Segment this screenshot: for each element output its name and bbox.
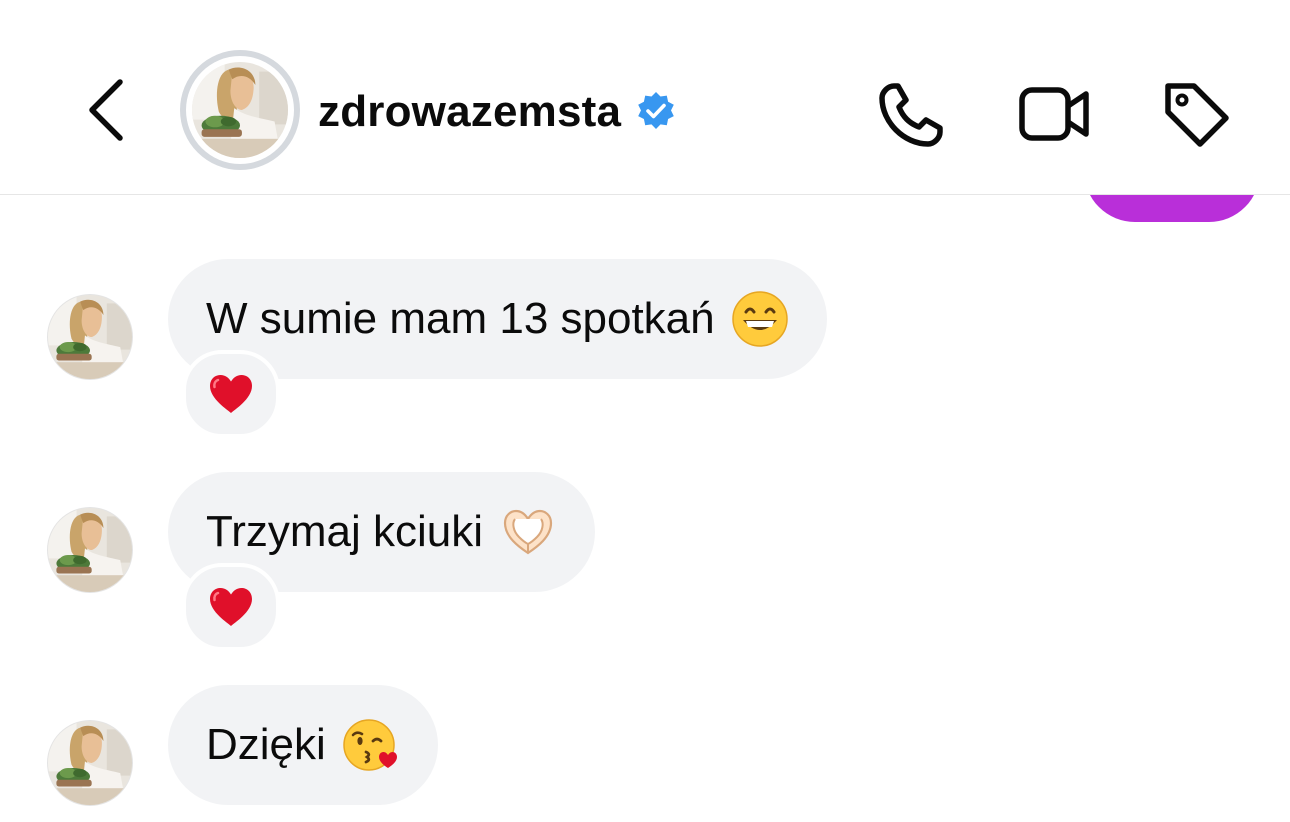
profile-avatar[interactable] xyxy=(180,50,300,170)
message-text: Dzięki xyxy=(206,720,326,769)
video-camera-icon[interactable] xyxy=(1016,76,1092,152)
red-heart-icon xyxy=(208,373,254,415)
red-heart-icon xyxy=(208,586,254,628)
grinning-face-icon xyxy=(731,291,788,347)
sender-avatar[interactable] xyxy=(48,295,132,379)
message-text: Trzymaj kciuki xyxy=(206,507,484,556)
profile-name-link[interactable]: zdrowazemsta xyxy=(318,86,677,138)
message-bubble[interactable]: Dzięki xyxy=(168,685,438,805)
verified-badge-icon xyxy=(638,92,674,129)
face-blowing-kiss-icon xyxy=(343,719,397,771)
back-chevron-icon[interactable] xyxy=(80,74,136,146)
phone-icon[interactable] xyxy=(874,76,950,152)
chat-header: zdrowazemsta xyxy=(0,0,1290,195)
username: zdrowazemsta xyxy=(318,87,622,136)
tag-icon[interactable] xyxy=(1158,76,1234,152)
sender-avatar[interactable] xyxy=(48,721,132,805)
profile-photo xyxy=(192,62,288,158)
message-text: W sumie mam 13 spotkań xyxy=(206,294,715,343)
reaction-badge[interactable] xyxy=(182,563,280,651)
reaction-badge[interactable] xyxy=(182,350,280,438)
sender-avatar[interactable] xyxy=(48,508,132,592)
heart-hands-icon xyxy=(503,509,553,555)
